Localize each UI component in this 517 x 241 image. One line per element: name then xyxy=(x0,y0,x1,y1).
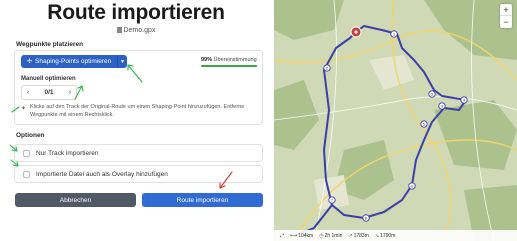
overlay-checkbox[interactable] xyxy=(23,170,30,178)
optimize-shaping-points-button[interactable]: ✣ Shaping-Points optimieren xyxy=(21,55,119,68)
route-import-screen: Route importieren Demo.gpx Wegpunkte pla… xyxy=(0,0,517,241)
waypoints-section-label: Wegpunkte platzieren xyxy=(16,41,84,48)
filename: Demo.gpx xyxy=(0,27,272,34)
waypoint-marker[interactable]: 3 xyxy=(428,90,436,98)
match-progress-fill xyxy=(201,65,258,67)
stepper-value: 0/1 xyxy=(44,89,54,96)
map-canvas[interactable]: 1 2 3 4 5 6 7 8 9 xyxy=(274,0,517,241)
fullscreen-icon[interactable]: ⤢ xyxy=(280,233,284,239)
start-marker[interactable] xyxy=(350,26,362,38)
zoom-out-button[interactable]: − xyxy=(500,16,512,28)
import-dialog: Route importieren Demo.gpx Wegpunkte pla… xyxy=(0,0,272,241)
chevron-down-icon: ▼ xyxy=(120,58,125,65)
zoom-in-button[interactable]: + xyxy=(500,4,512,16)
shaping-help-text: Klicke auf den Track der Original-Route … xyxy=(30,104,245,118)
options-section-label: Optionen xyxy=(16,132,45,139)
shaping-point-stepper: ‹ 0/1 › xyxy=(21,85,77,100)
waypoint-marker[interactable]: 4 xyxy=(460,96,468,104)
match-label: Übereinstimmung xyxy=(213,57,257,63)
descent-icon: ↘ xyxy=(374,232,380,239)
clock-icon: ◷ xyxy=(319,232,324,239)
shaping-icon: ✣ xyxy=(27,59,33,65)
waypoint-marker[interactable]: 5 xyxy=(420,120,428,128)
route-stats-bar: ⤢ ⟷104km ◷2h 1min ↗1783m ↘1790m xyxy=(274,230,517,241)
waypoint-marker[interactable]: 7 xyxy=(328,196,336,204)
match-progress-bar xyxy=(201,65,258,67)
pin-icon: ✦ xyxy=(21,106,27,112)
match-indicator: 99% Übereinstimmung xyxy=(201,57,257,63)
waypoint-marker[interactable]: 9 xyxy=(438,102,446,110)
import-route-button[interactable]: Route importieren xyxy=(142,193,263,207)
match-percent: 99% xyxy=(201,57,213,63)
track-only-checkbox[interactable] xyxy=(23,149,30,157)
stepper-next-button[interactable]: › xyxy=(69,89,71,96)
filename-text: Demo.gpx xyxy=(123,27,156,34)
waypoint-marker[interactable]: 8 xyxy=(362,214,370,222)
cancel-button[interactable]: Abbrechen xyxy=(15,193,136,207)
ascent-icon: ↗ xyxy=(348,232,353,239)
file-icon xyxy=(116,27,122,33)
stat-descent: 1790m xyxy=(380,232,396,239)
waypoint-marker[interactable]: 1 xyxy=(390,30,398,38)
dialog-title: Route importieren xyxy=(47,1,225,24)
stepper-prev-button[interactable]: ‹ xyxy=(27,89,29,96)
waypoint-marker[interactable]: 2 xyxy=(323,64,331,72)
stat-ascent: 1783m xyxy=(353,232,369,239)
distance-icon: ⟷ xyxy=(290,232,298,239)
option-overlay[interactable]: Importierte Datei auch als Overlay hinzu… xyxy=(14,165,263,183)
stat-distance: 104km xyxy=(298,232,314,239)
zoom-control: + − xyxy=(500,4,512,28)
shape-options-dropdown[interactable]: ▼ xyxy=(117,55,127,68)
stat-duration: 2h 1min xyxy=(324,232,343,239)
optimize-shaping-points-label: Shaping-Points optimieren xyxy=(35,58,112,65)
overlay-label: Importierte Datei auch als Overlay hinzu… xyxy=(36,170,168,178)
map-view[interactable]: 1 2 3 4 5 6 7 8 9 + − xyxy=(274,0,517,241)
track-only-label: Nur Track importieren xyxy=(36,149,99,157)
waypoint-marker[interactable]: 6 xyxy=(408,182,416,190)
option-track-only[interactable]: Nur Track importieren xyxy=(14,144,263,162)
manual-optimize-label: Manuell optimieren xyxy=(21,76,76,82)
